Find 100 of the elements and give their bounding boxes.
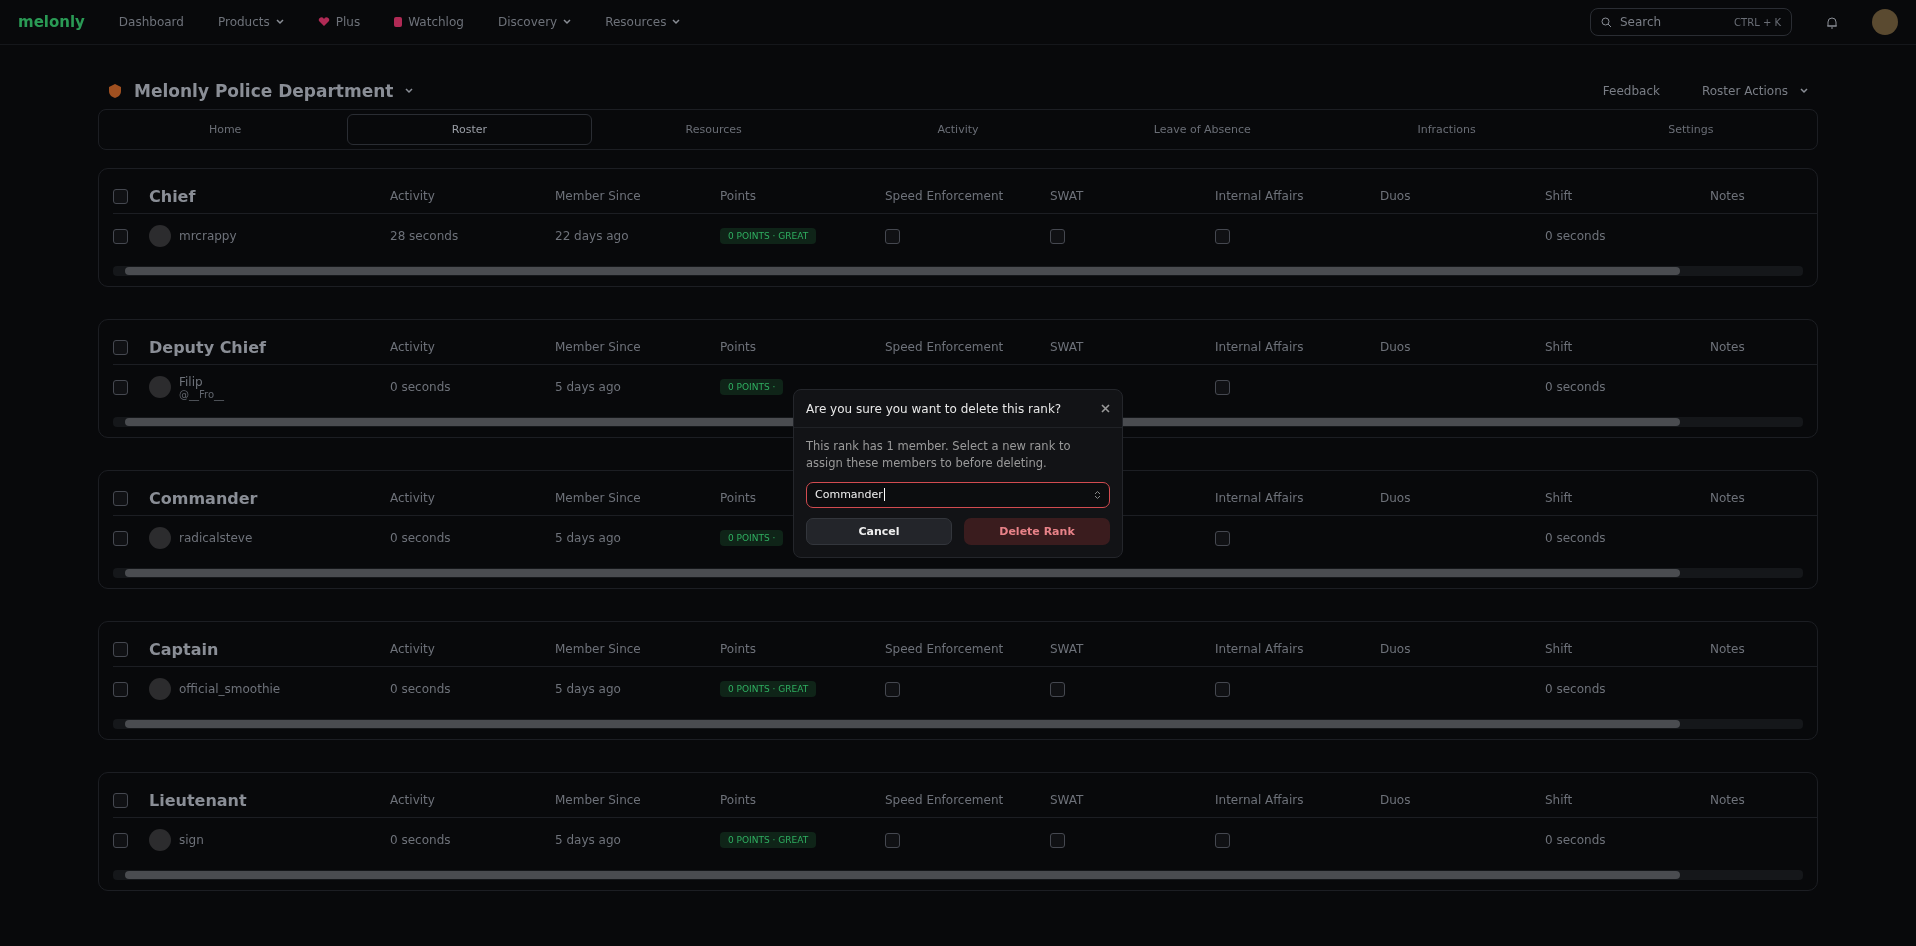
- column-header: Member Since: [555, 793, 641, 807]
- checkbox[interactable]: [113, 339, 128, 355]
- column-header: SWAT: [1050, 340, 1084, 354]
- nav-link[interactable]: Products: [217, 15, 284, 29]
- department-title: Melonly Police Department: [134, 81, 394, 101]
- column-header: Speed Enforcement: [885, 189, 1004, 203]
- scrollbar[interactable]: [113, 568, 1803, 578]
- search-icon: [1601, 16, 1612, 28]
- checkbox[interactable]: [1050, 228, 1065, 244]
- member-name: radicalsteve: [179, 531, 253, 545]
- column-header: Notes: [1710, 491, 1745, 505]
- checkbox[interactable]: [1215, 681, 1230, 697]
- column-header: Duos: [1380, 189, 1411, 203]
- checkbox[interactable]: [1215, 530, 1230, 546]
- nav-link[interactable]: Watchlog: [394, 15, 464, 29]
- checkbox[interactable]: [1215, 379, 1230, 395]
- column-header: Member Since: [555, 642, 641, 656]
- table-cell: 0 seconds: [1545, 380, 1606, 394]
- bell-icon[interactable]: [1826, 15, 1838, 29]
- rank-select[interactable]: Commander: [806, 481, 1110, 508]
- rank-name: Chief: [149, 186, 196, 206]
- scrollbar[interactable]: [113, 719, 1803, 729]
- close-icon: [1101, 404, 1110, 413]
- checkbox[interactable]: [113, 832, 128, 848]
- search-field[interactable]: Search CTRL + K: [1590, 8, 1792, 36]
- points-badge: 0 POINTS · GREAT: [720, 681, 817, 697]
- feedback-button[interactable]: Feedback: [1602, 84, 1660, 98]
- column-header: Notes: [1710, 189, 1745, 203]
- tab[interactable]: Roster: [347, 114, 592, 145]
- rank-name: Commander: [149, 488, 258, 508]
- column-header: Speed Enforcement: [885, 340, 1004, 354]
- scrollbar[interactable]: [113, 266, 1803, 276]
- chevron-down-icon: [672, 19, 681, 25]
- roster-actions-button[interactable]: Roster Actions: [1701, 84, 1788, 98]
- column-header: Points: [720, 491, 757, 505]
- nav-link[interactable]: Discovery: [497, 15, 572, 29]
- checkbox[interactable]: [1215, 832, 1230, 848]
- column-header: Member Since: [555, 340, 641, 354]
- tab[interactable]: Infractions: [1324, 114, 1569, 145]
- logo[interactable]: melonly: [18, 13, 85, 31]
- checkbox[interactable]: [1215, 228, 1230, 244]
- checkbox[interactable]: [885, 228, 900, 244]
- checkbox[interactable]: [113, 379, 128, 395]
- column-header: Points: [720, 340, 757, 354]
- table-cell: 0 seconds: [1545, 531, 1606, 545]
- checkbox[interactable]: [113, 681, 128, 697]
- table-cell: 0 seconds: [1545, 833, 1606, 847]
- user-avatar[interactable]: [1872, 9, 1898, 35]
- table-cell: 5 days ago: [555, 380, 621, 394]
- chevron-down-icon: [563, 19, 572, 25]
- delete-rank-button[interactable]: Delete Rank: [964, 517, 1110, 545]
- table-cell: 0 seconds: [1545, 682, 1606, 696]
- column-header: Member Since: [555, 189, 641, 203]
- checkbox[interactable]: [885, 832, 900, 848]
- column-header: Member Since: [555, 491, 641, 505]
- close-button[interactable]: [1101, 404, 1110, 413]
- checkbox[interactable]: [113, 228, 128, 244]
- checkbox[interactable]: [113, 641, 128, 657]
- column-header: Duos: [1380, 340, 1411, 354]
- column-header: SWAT: [1050, 642, 1084, 656]
- tab[interactable]: Home: [103, 114, 348, 145]
- dialog-message: This rank has 1 member. Select a new rank to assign these members to before deleting.: [806, 437, 1072, 472]
- heart-icon: [317, 17, 330, 27]
- member-avatar: [149, 527, 171, 549]
- tab[interactable]: Resources: [591, 114, 836, 145]
- column-header: Activity: [390, 189, 435, 203]
- column-header: Speed Enforcement: [885, 642, 1004, 656]
- checkbox[interactable]: [885, 681, 900, 697]
- checkbox[interactable]: [1050, 832, 1065, 848]
- column-header: Points: [720, 189, 757, 203]
- nav-link[interactable]: Plus: [317, 15, 361, 29]
- table-cell: 28 seconds: [390, 229, 459, 243]
- tab[interactable]: Activity: [835, 114, 1081, 145]
- column-header: Notes: [1710, 642, 1745, 656]
- checkbox[interactable]: [113, 792, 128, 808]
- column-header: Internal Affairs: [1215, 491, 1304, 505]
- checkbox[interactable]: [113, 188, 128, 204]
- checkbox[interactable]: [113, 490, 128, 506]
- updown-icon: [1094, 489, 1101, 500]
- scrollbar[interactable]: [113, 870, 1803, 880]
- member-avatar: [149, 376, 171, 398]
- column-header: Shift: [1545, 340, 1573, 354]
- table-cell: 0 seconds: [1545, 229, 1606, 243]
- cancel-button[interactable]: Cancel: [806, 517, 952, 545]
- member-handle: @__Fro__: [179, 388, 225, 400]
- table-cell: 5 days ago: [555, 682, 621, 696]
- table-cell: 0 seconds: [390, 380, 451, 394]
- points-badge: 0 POINTS · GREAT: [720, 832, 817, 848]
- column-header: Speed Enforcement: [885, 793, 1004, 807]
- column-header: Points: [720, 642, 757, 656]
- column-header: Internal Affairs: [1215, 189, 1304, 203]
- checkbox[interactable]: [113, 530, 128, 546]
- nav-link[interactable]: Resources: [605, 15, 681, 29]
- checkbox[interactable]: [1050, 681, 1065, 697]
- column-header: Shift: [1545, 189, 1573, 203]
- nav-link[interactable]: Dashboard: [118, 15, 184, 29]
- column-header: Notes: [1710, 793, 1745, 807]
- tab[interactable]: Leave of Absence: [1080, 114, 1325, 145]
- member-avatar: [149, 678, 171, 700]
- tab[interactable]: Settings: [1568, 114, 1813, 145]
